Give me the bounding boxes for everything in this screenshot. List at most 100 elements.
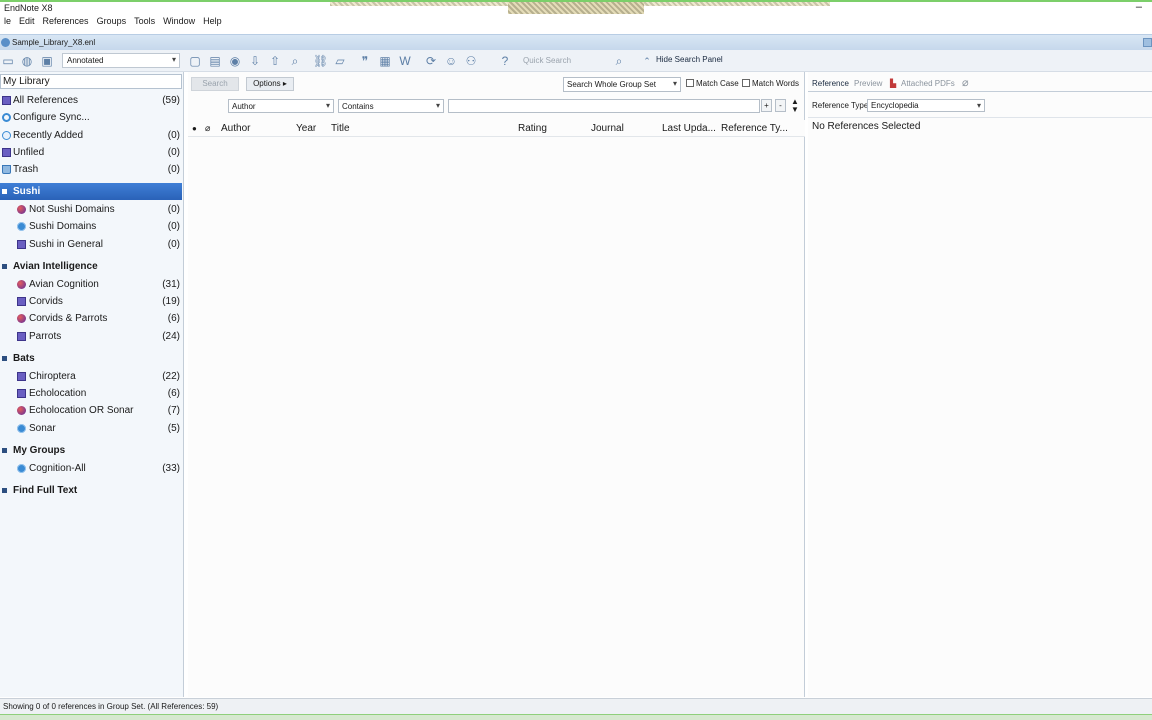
menu-groups[interactable]: Groups bbox=[93, 14, 131, 28]
checkbox-box[interactable] bbox=[742, 79, 750, 87]
group-set-avian-intelligence[interactable]: Avian Intelligence bbox=[0, 258, 182, 275]
search-icon[interactable]: ⌕ bbox=[612, 54, 626, 68]
menu-file[interactable]: le bbox=[0, 14, 15, 28]
format-bibliography-icon[interactable]: ▦ bbox=[378, 54, 392, 68]
group-sonar[interactable]: Sonar (5) bbox=[0, 420, 182, 437]
group-set-label: Avian Intelligence bbox=[13, 261, 98, 272]
group-set-find-full-text[interactable]: Find Full Text bbox=[0, 482, 182, 499]
pdf-icon: ▙ bbox=[890, 79, 897, 88]
group-set-sushi[interactable]: Sushi bbox=[0, 183, 182, 200]
group-echolocation[interactable]: Echolocation (6) bbox=[0, 385, 182, 402]
group-corvids-and-parrots[interactable]: Corvids & Parrots (6) bbox=[0, 310, 182, 327]
reference-list-header: ● ⌀ Author Year Title Rating Journal Las… bbox=[188, 120, 805, 137]
group-cognition-all[interactable]: Cognition-All (33) bbox=[0, 460, 182, 477]
menu-window[interactable]: Window bbox=[159, 14, 199, 28]
library-tab-name[interactable]: Sample_Library_X8.enl bbox=[12, 38, 95, 47]
column-rating[interactable]: Rating bbox=[518, 123, 547, 134]
attachment-column-icon[interactable]: ⌀ bbox=[205, 123, 210, 134]
group-chiroptera[interactable]: Chiroptera (22) bbox=[0, 368, 182, 385]
smart-group-icon bbox=[17, 222, 26, 231]
combined-group-icon bbox=[17, 314, 26, 323]
tab-close-icon[interactable] bbox=[1143, 38, 1152, 47]
column-author[interactable]: Author bbox=[221, 123, 250, 134]
status-bar: Showing 0 of 0 references in Group Set. … bbox=[0, 698, 1152, 714]
reference-type-select[interactable]: Encyclopedia ▾ bbox=[867, 99, 985, 112]
add-search-row-button[interactable]: + bbox=[761, 99, 772, 112]
detail-tabs: Reference Preview ▙ Attached PDFs ⌀ bbox=[808, 74, 1152, 92]
output-style-select[interactable]: Annotated ▾ bbox=[62, 53, 180, 68]
match-words-checkbox[interactable]: Match Words bbox=[742, 79, 799, 88]
new-reference-icon[interactable]: ▤ bbox=[208, 54, 222, 68]
tab-reference[interactable]: Reference bbox=[812, 79, 849, 88]
integrated-library-mode-icon[interactable]: ▣ bbox=[40, 54, 54, 68]
group-label: Echolocation OR Sonar bbox=[29, 405, 134, 416]
paperclip-icon[interactable]: ⌀ bbox=[962, 76, 969, 89]
sync-icon[interactable]: ⟳ bbox=[424, 54, 438, 68]
online-search-icon[interactable]: ◉ bbox=[228, 54, 242, 68]
copy-to-library-icon[interactable]: ▢ bbox=[188, 54, 202, 68]
group-set-my-groups[interactable]: My Groups bbox=[0, 442, 182, 459]
my-library-header[interactable]: My Library bbox=[0, 74, 182, 89]
collapse-icon[interactable] bbox=[2, 488, 7, 493]
column-year[interactable]: Year bbox=[296, 123, 316, 134]
group-configure-sync[interactable]: Configure Sync... bbox=[0, 109, 182, 126]
group-not-sushi-domains[interactable]: Not Sushi Domains (0) bbox=[0, 201, 182, 218]
group-unfiled[interactable]: Unfiled (0) bbox=[0, 144, 182, 161]
search-operator-select[interactable]: Contains ▾ bbox=[338, 99, 444, 113]
checkbox-box[interactable] bbox=[686, 79, 694, 87]
insert-citation-icon[interactable]: ❞ bbox=[358, 54, 372, 68]
menu-tools[interactable]: Tools bbox=[130, 14, 159, 28]
share-library-icon[interactable]: ☺ bbox=[444, 54, 458, 68]
collapse-icon[interactable] bbox=[2, 264, 7, 269]
column-journal[interactable]: Journal bbox=[591, 123, 624, 134]
collapse-icon[interactable] bbox=[2, 189, 7, 194]
menu-help[interactable]: Help bbox=[199, 14, 226, 28]
online-search-mode-icon[interactable]: ◍ bbox=[20, 54, 34, 68]
clock-icon bbox=[2, 131, 11, 140]
menu-references[interactable]: References bbox=[39, 14, 93, 28]
read-status-column-icon[interactable]: ● bbox=[192, 124, 197, 133]
remove-search-row-button[interactable]: - bbox=[775, 99, 786, 112]
library-icon bbox=[1, 38, 10, 47]
collapse-icon[interactable] bbox=[2, 448, 7, 453]
search-term-input[interactable] bbox=[448, 99, 760, 113]
column-reference-type[interactable]: Reference Ty... bbox=[721, 123, 788, 134]
group-sushi-in-general[interactable]: Sushi in General (0) bbox=[0, 236, 182, 253]
search-field-select[interactable]: Author ▾ bbox=[228, 99, 334, 113]
help-icon[interactable]: ? bbox=[498, 54, 512, 68]
open-link-icon[interactable]: ⛓ bbox=[313, 54, 328, 68]
open-file-icon[interactable]: ▱ bbox=[333, 54, 347, 68]
collapse-icon[interactable] bbox=[2, 356, 7, 361]
hide-search-panel-button[interactable]: Hide Search Panel bbox=[656, 55, 723, 64]
search-button[interactable]: Search bbox=[191, 77, 239, 91]
search-row-scroll-icon[interactable]: ▲ ▼ bbox=[791, 98, 799, 114]
group-label: All References bbox=[13, 95, 79, 106]
find-full-text-icon[interactable]: ⌕ bbox=[288, 54, 302, 68]
search-scope-select[interactable]: Search Whole Group Set ▾ bbox=[563, 77, 681, 92]
search-field-value: Author bbox=[232, 102, 256, 111]
group-sushi-domains[interactable]: Sushi Domains (0) bbox=[0, 218, 182, 235]
local-library-mode-icon[interactable]: ▭ bbox=[1, 54, 15, 68]
options-button[interactable]: Options ▸ bbox=[246, 77, 294, 91]
menu-edit[interactable]: Edit bbox=[15, 14, 39, 28]
group-all-references[interactable]: All References (59) bbox=[0, 92, 182, 109]
group-echolocation-or-sonar[interactable]: Echolocation OR Sonar (7) bbox=[0, 402, 182, 419]
import-icon[interactable]: ⇩ bbox=[248, 54, 262, 68]
group-avian-cognition[interactable]: Avian Cognition (31) bbox=[0, 276, 182, 293]
match-case-checkbox[interactable]: Match Case bbox=[686, 79, 739, 88]
tab-preview[interactable]: Preview bbox=[854, 79, 882, 88]
group-trash[interactable]: Trash (0) bbox=[0, 161, 182, 178]
group-share-icon[interactable]: ⚇ bbox=[464, 54, 478, 68]
group-set-bats[interactable]: Bats bbox=[0, 350, 182, 367]
column-title[interactable]: Title bbox=[331, 123, 350, 134]
group-recently-added[interactable]: Recently Added (0) bbox=[0, 127, 182, 144]
minimize-button[interactable]: – bbox=[1136, 1, 1142, 13]
export-icon[interactable]: ⇧ bbox=[268, 54, 282, 68]
tab-attached-pdfs[interactable]: Attached PDFs bbox=[901, 79, 955, 88]
column-last-updated[interactable]: Last Upda... bbox=[662, 123, 716, 134]
group-parrots[interactable]: Parrots (24) bbox=[0, 328, 182, 345]
search-operator-value: Contains bbox=[342, 102, 374, 111]
group-corvids[interactable]: Corvids (19) bbox=[0, 293, 182, 310]
return-to-word-icon[interactable]: W bbox=[398, 54, 412, 68]
group-count: (6) bbox=[167, 388, 180, 399]
